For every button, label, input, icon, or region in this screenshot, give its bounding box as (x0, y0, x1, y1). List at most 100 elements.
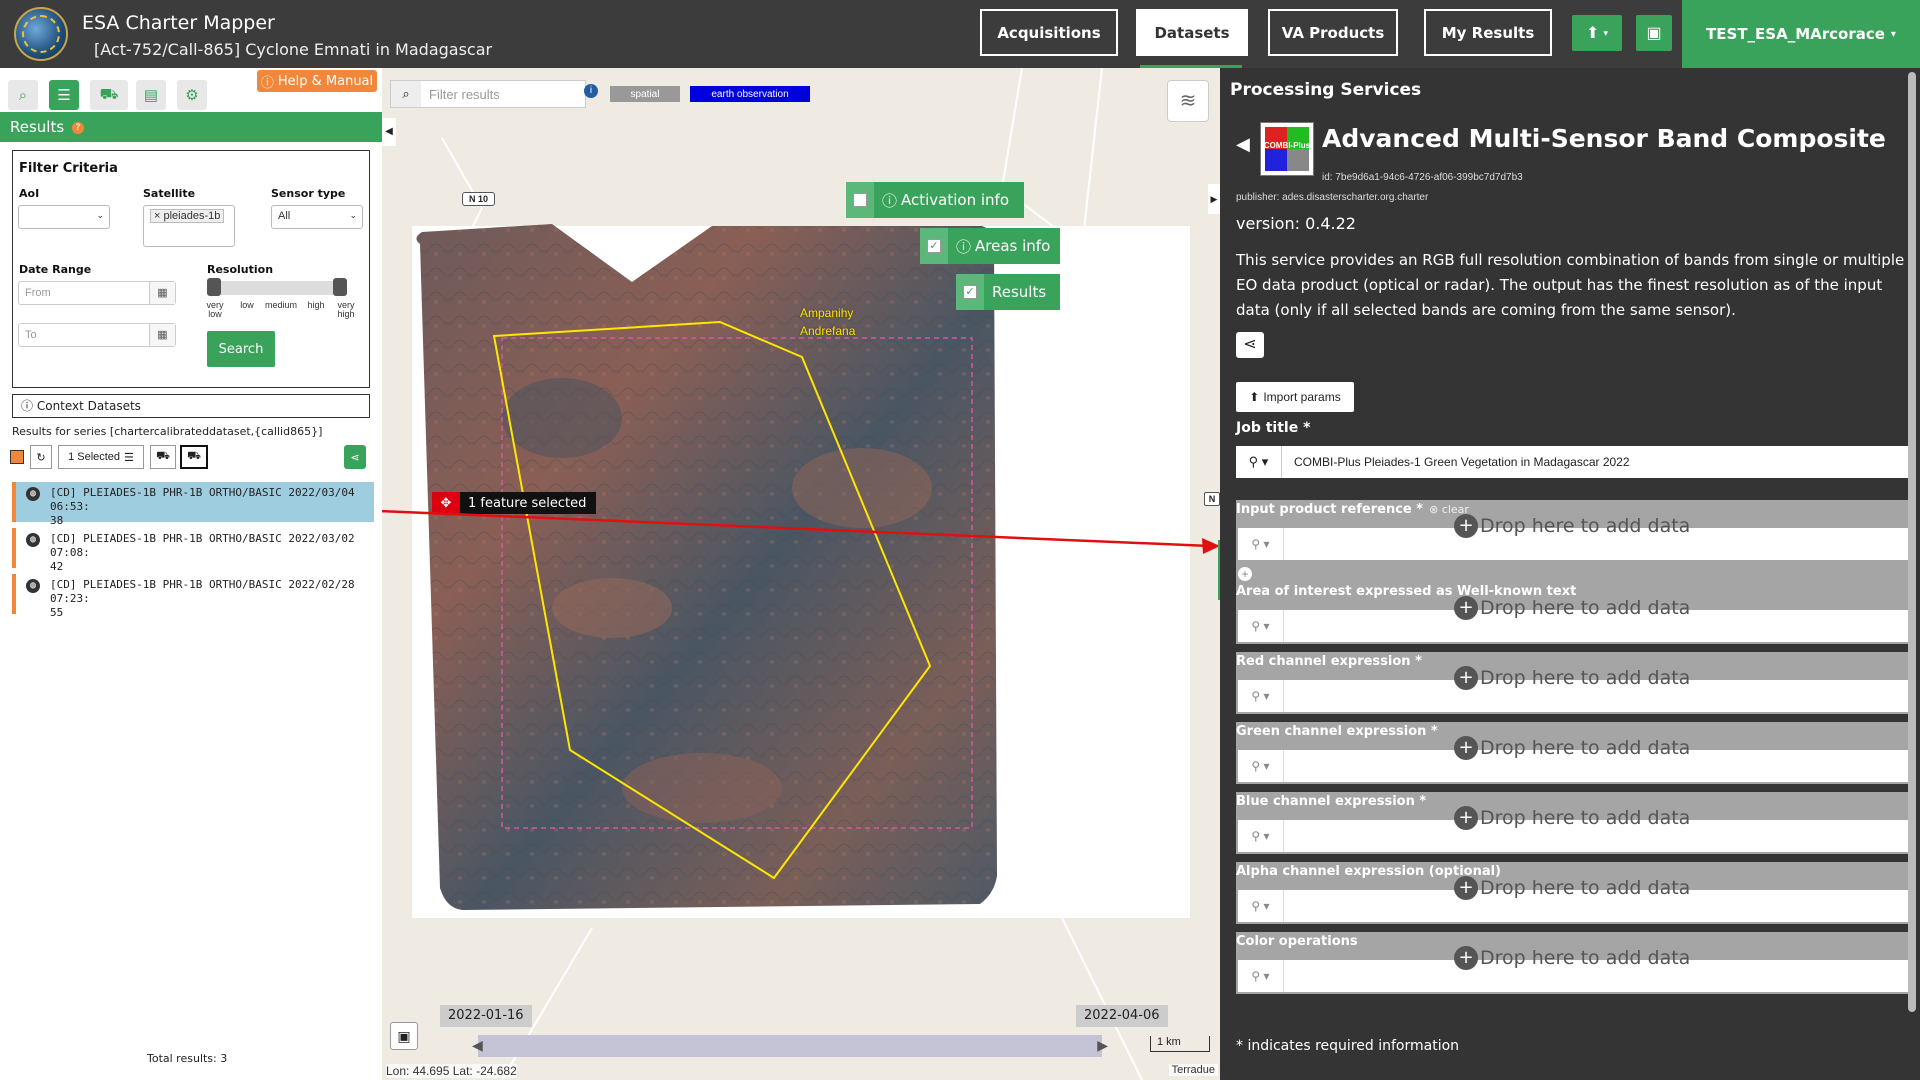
magic-wand-icon[interactable]: ⚲ ▾ (1238, 680, 1284, 712)
context-datasets-box[interactable]: ⓘ Context Datasets (12, 394, 370, 418)
drop-zone[interactable]: + Drop here to add data (1454, 596, 1690, 620)
back-arrow-icon[interactable]: ◀ (1236, 134, 1250, 155)
timeline-right-handle[interactable]: ▶ (1097, 1037, 1108, 1054)
job-title-input[interactable]: ⚲ ▾ COMBI-Plus Pleiades-1 Green Vegetati… (1236, 446, 1912, 478)
drop-zone[interactable]: + Drop here to add data (1454, 806, 1690, 830)
list-tab-icon[interactable]: ☰ (49, 80, 79, 110)
sensor-type-select[interactable]: All ⌄ (271, 205, 363, 229)
resolution-slider[interactable] (207, 278, 347, 296)
aoi-select[interactable]: ⌄ (18, 205, 110, 229)
drop-label: Drop here to add data (1480, 667, 1691, 689)
drop-zone[interactable]: + Drop here to add data (1454, 876, 1690, 900)
map-attribution[interactable]: Terradue (1168, 1064, 1218, 1076)
help-icon[interactable]: ? (71, 121, 84, 134)
add-to-basket-icon[interactable]: ⛟ (150, 445, 176, 469)
drop-zone[interactable]: + Drop here to add data (1454, 736, 1690, 760)
calendar-icon[interactable]: ▦ (149, 282, 175, 304)
service-logo-text: COMBI-Plus (1263, 141, 1311, 150)
result-item[interactable]: ◍ [CD] PLEIADES-1B PHR-1B ORTHO/BASIC 20… (12, 482, 374, 527)
drop-zone[interactable]: + Drop here to add data (1454, 946, 1690, 970)
date-from-input[interactable]: From ▦ (18, 281, 176, 305)
drop-label: Drop here to add data (1480, 515, 1691, 537)
date-to-input[interactable]: To ▦ (18, 323, 176, 347)
basket-tab-icon[interactable]: ⛟ (90, 80, 128, 110)
result-title: [CD] PLEIADES-1B PHR-1B ORTHO/BASIC 2022… (50, 486, 355, 513)
info-icon: ⓘ (21, 399, 34, 413)
timeline-slider[interactable]: ◀ ▶ (472, 1035, 1108, 1057)
res-tick-low: low (240, 300, 254, 310)
upload-button[interactable]: ⬆ ▾ (1572, 15, 1622, 51)
move-icon: ✥ (432, 492, 460, 514)
magic-wand-icon[interactable]: ⚲ ▾ (1238, 528, 1284, 560)
filter-criteria-box: Filter Criteria AoI ⌄ Satellite × pleiad… (12, 150, 370, 388)
results-toggle[interactable]: ✓ Results (956, 274, 1060, 310)
nav-my-results[interactable]: My Results (1424, 9, 1552, 56)
briefcase-icon: ▣ (1646, 25, 1662, 42)
drop-zone[interactable]: + Drop here to add data (1454, 666, 1690, 690)
place-name-line1: Ampanihy (800, 306, 854, 320)
result-title-cont: 42 (50, 560, 64, 573)
user-menu-button[interactable]: TEST_ESA_MArcorace ▾ (1682, 0, 1920, 68)
globe-icon: ◍ (26, 533, 40, 547)
param-block: Blue channel expression * ⚲ ▾ + Drop here t… (1236, 792, 1912, 854)
calendar-icon[interactable]: ▦ (149, 324, 175, 346)
resolution-min-handle[interactable] (207, 278, 221, 296)
add-input-icon[interactable]: + (1238, 567, 1252, 581)
activation-info-toggle[interactable]: ⓘ Activation info (846, 182, 1024, 218)
select-all-checkbox[interactable] (10, 450, 24, 464)
selected-count-button[interactable]: 1 Selected ☰ (58, 445, 144, 469)
refresh-icon[interactable]: ↻ (30, 445, 52, 469)
share-icon[interactable]: ⋖ (1236, 332, 1264, 358)
app-root: ESA Charter Mapper [Act-752/Call-865] Cy… (0, 0, 1920, 1080)
param-label: Input product reference * ⊗ clear (1236, 502, 1469, 517)
drop-zone[interactable]: + Drop here to add data (1454, 514, 1690, 538)
magic-wand-icon[interactable]: ⚲ ▾ (1238, 820, 1284, 852)
checkbox[interactable] (846, 182, 874, 218)
satellite-value: pleiades-1b (163, 210, 221, 222)
magic-wand-icon[interactable]: ⚲ ▾ (1238, 610, 1284, 642)
import-params-button[interactable]: ⬆ Import params (1236, 382, 1354, 412)
series-label: Results for series [chartercalibrateddat… (12, 425, 323, 438)
basket-all-icon[interactable]: ⛟ (180, 445, 208, 469)
right-scrollbar[interactable] (1908, 72, 1916, 1012)
nav-acquisitions[interactable]: Acquisitions (980, 9, 1118, 56)
param-block: Color operations ⚲ ▾ + Drop here to add dat… (1236, 932, 1912, 994)
satellite-select[interactable]: × pleiades-1b (143, 205, 235, 247)
briefcase-button[interactable]: ▣ (1636, 15, 1672, 51)
magic-wand-icon[interactable]: ⚲ ▾ (1238, 890, 1284, 922)
archive-tab-icon[interactable]: ▤ (136, 80, 166, 110)
results-header: Results ? (0, 112, 382, 142)
nav-datasets[interactable]: Datasets (1136, 9, 1248, 56)
share-icon[interactable]: ⋖ (344, 445, 366, 469)
left-tabs: ⌕ ☰ ⛟ ▤ ⚙ ⓘ Help & Manual (0, 68, 382, 112)
satellite-chip[interactable]: × pleiades-1b (150, 209, 225, 223)
nav-va-products[interactable]: VA Products (1268, 9, 1398, 56)
result-item[interactable]: ◍ [CD] PLEIADES-1B PHR-1B ORTHO/BASIC 20… (12, 528, 374, 573)
chevron-down-icon: ⌄ (349, 210, 357, 220)
drop-label: Drop here to add data (1480, 597, 1691, 619)
timeline-left-handle[interactable]: ◀ (472, 1037, 483, 1054)
checkbox-checked[interactable]: ✓ (920, 228, 948, 264)
info-icon: ⓘ (260, 75, 274, 91)
expand-right-icon[interactable]: ▶ (1208, 184, 1220, 214)
place-label: Ampanihy Andrefana (800, 304, 855, 340)
resolution-max-handle[interactable] (333, 278, 347, 296)
magic-wand-icon[interactable]: ⚲ ▾ (1238, 750, 1284, 782)
search-button[interactable]: Search (207, 331, 275, 367)
feature-selected-tag[interactable]: ✥ 1 feature selected (432, 492, 597, 514)
fullscreen-icon[interactable]: ▣ (390, 1022, 418, 1050)
settings-tab-icon[interactable]: ⚙ (177, 80, 207, 110)
top-bar: ESA Charter Mapper [Act-752/Call-865] Cy… (0, 0, 1920, 68)
magic-wand-icon[interactable]: ⚲ ▾ (1236, 446, 1282, 478)
import-params-label: Import params (1263, 390, 1341, 404)
map-view[interactable]: ◀ ⌕ Filter results i spatial earth obser… (382, 68, 1220, 1080)
esa-charter-logo-icon (14, 7, 68, 61)
service-logo: COMBI-Plus (1260, 122, 1314, 176)
areas-info-toggle[interactable]: ✓ ⓘ Areas info (920, 228, 1060, 264)
result-item[interactable]: ◍ [CD] PLEIADES-1B PHR-1B ORTHO/BASIC 20… (12, 574, 374, 619)
search-tab-icon[interactable]: ⌕ (8, 80, 38, 110)
job-title-value: COMBI-Plus Pleiades-1 Green Vegetation i… (1294, 455, 1630, 469)
checkbox-checked[interactable]: ✓ (956, 274, 984, 310)
magic-wand-icon[interactable]: ⚲ ▾ (1238, 960, 1284, 992)
help-manual-button[interactable]: ⓘ Help & Manual (257, 70, 377, 92)
